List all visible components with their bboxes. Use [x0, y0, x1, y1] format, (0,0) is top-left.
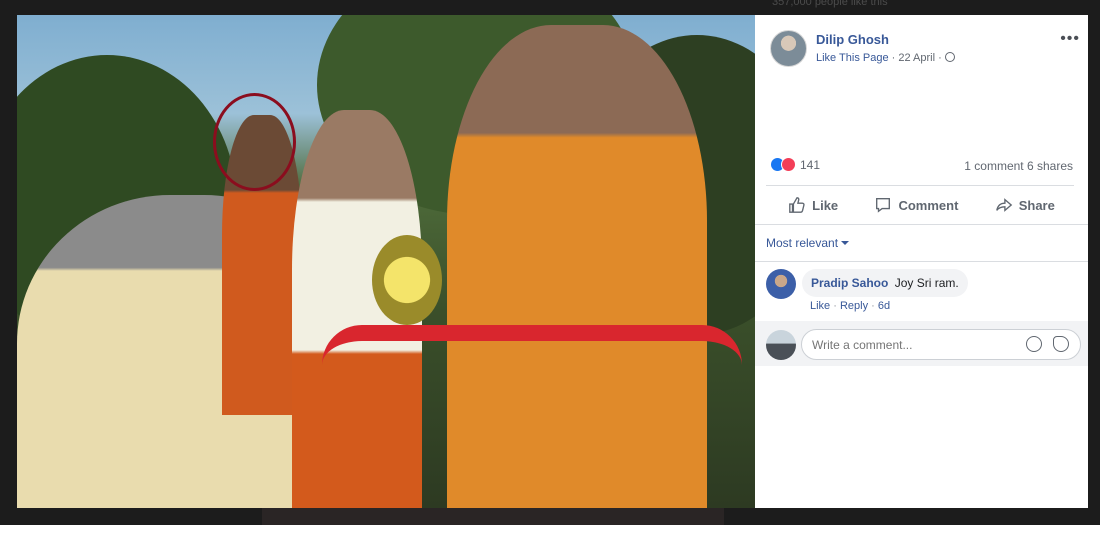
comment-composer	[755, 321, 1088, 366]
divider	[755, 261, 1088, 262]
background-strip	[262, 508, 724, 525]
post-meta: Like This Page · 22 April ·	[816, 52, 955, 64]
commenter-avatar[interactable]	[766, 269, 796, 299]
comment-icon	[876, 198, 891, 213]
comment-count[interactable]: 1 comment	[964, 159, 1023, 173]
comment-sort-dropdown[interactable]: Most relevant	[766, 236, 850, 250]
comment-button-label: Comment	[898, 197, 959, 213]
divider	[755, 224, 1088, 225]
photo-lamp	[372, 235, 442, 325]
meta-separator: ·	[891, 52, 896, 64]
post-actions: Like Comment Share	[770, 190, 1073, 220]
highlight-circle	[213, 93, 296, 191]
comment-reply-link[interactable]: Reply	[840, 300, 868, 312]
dot-separator: ·	[871, 300, 875, 312]
comment-button[interactable]: Comment	[874, 196, 958, 214]
comment-like-link[interactable]: Like	[810, 300, 830, 312]
like-button-label: Like	[812, 197, 839, 213]
like-page-link[interactable]: Like This Page	[816, 52, 889, 64]
reaction-count: 141	[800, 157, 821, 172]
author-name[interactable]: Dilip Ghosh	[816, 32, 889, 47]
engagement-links: 1 comment 6 shares	[964, 159, 1073, 173]
post-stats: 141 1 comment 6 shares	[770, 157, 1073, 177]
post-date[interactable]: 22 April	[898, 52, 935, 64]
sticker-icon[interactable]	[1053, 336, 1069, 352]
meta-separator: ·	[938, 52, 942, 64]
commenter-name[interactable]: Pradip Sahoo	[811, 276, 888, 290]
post-photo[interactable]	[17, 15, 755, 508]
dot-separator: ·	[833, 300, 837, 312]
sort-label: Most relevant	[766, 236, 839, 250]
divider	[766, 185, 1074, 186]
share-button-label: Share	[1018, 197, 1055, 213]
more-options-icon[interactable]: •••	[1060, 30, 1080, 48]
like-button[interactable]: Like	[788, 196, 838, 214]
comment-item: Pradip Sahoo Joy Sri ram. Like · Reply ·…	[766, 269, 1076, 319]
emoji-icon[interactable]	[1026, 336, 1042, 352]
globe-icon	[944, 52, 955, 62]
caret-down-icon	[841, 241, 850, 245]
comment-text: Joy Sri ram.	[894, 276, 959, 290]
comment-time[interactable]: 6d	[878, 300, 890, 312]
author-avatar[interactable]	[770, 30, 807, 67]
thumbs-up-icon	[789, 197, 805, 213]
post-header: Dilip Ghosh Like This Page · 22 April · …	[770, 30, 1080, 70]
reaction-summary[interactable]: 141	[770, 157, 821, 173]
share-button[interactable]: Share	[995, 196, 1055, 214]
background-likes-text: 357,000 people like this	[772, 0, 888, 8]
comment-actions: Like · Reply · 6d	[810, 300, 890, 312]
share-count[interactable]: 6 shares	[1027, 159, 1073, 173]
love-reaction-icon	[781, 157, 796, 173]
current-user-avatar	[766, 330, 796, 360]
comment-bubble: Pradip Sahoo Joy Sri ram.	[802, 269, 968, 297]
share-arrow-icon	[995, 198, 1012, 212]
photo-railing	[322, 325, 742, 508]
post-panel: Dilip Ghosh Like This Page · 22 April · …	[755, 15, 1088, 508]
